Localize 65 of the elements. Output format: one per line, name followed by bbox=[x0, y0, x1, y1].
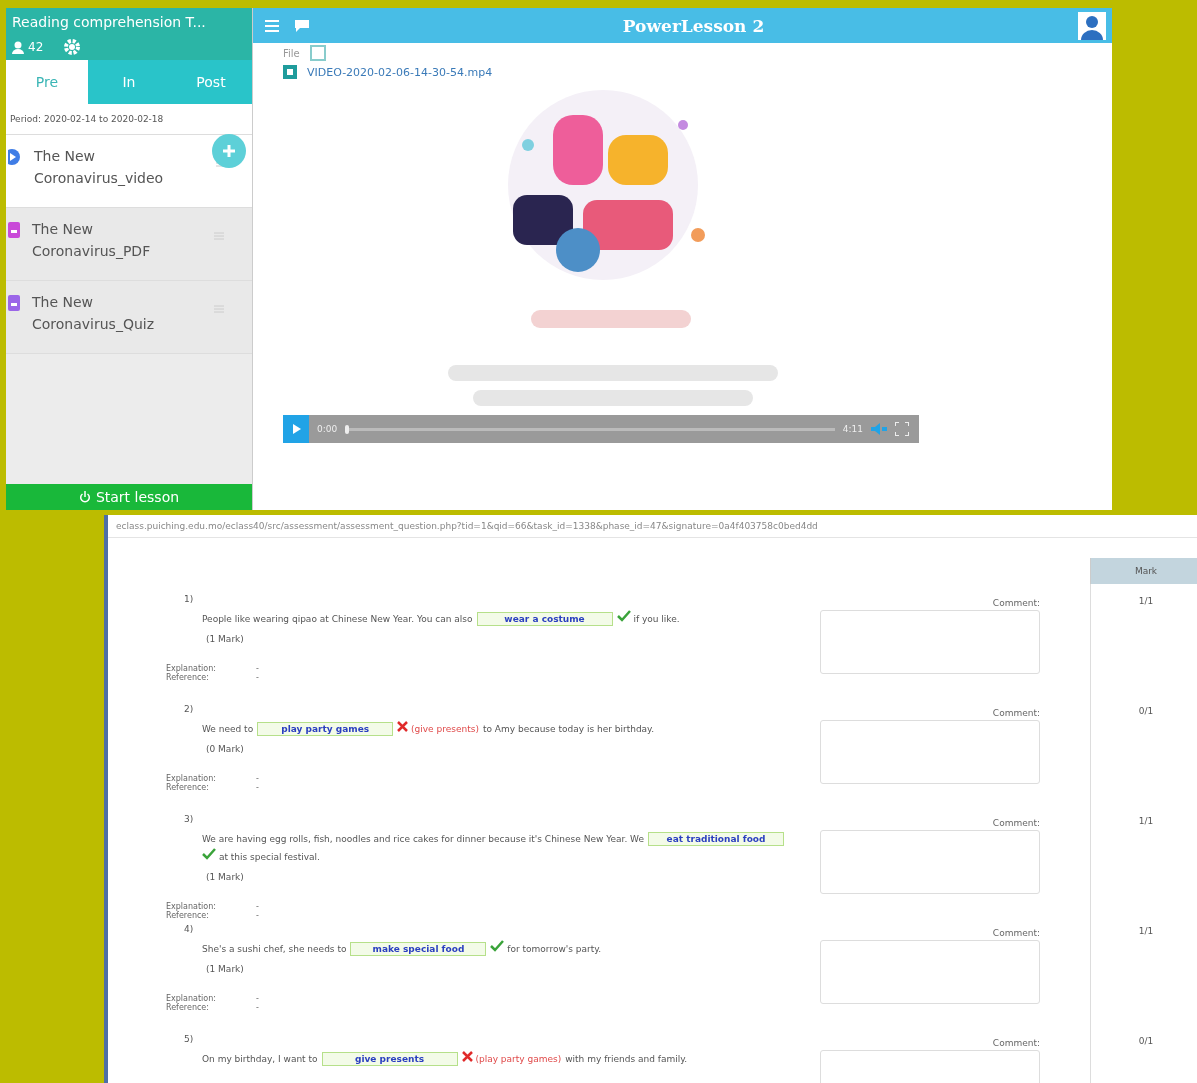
comment-label: Comment: bbox=[992, 1038, 1040, 1048]
explanation-label: Explanation: bbox=[166, 902, 217, 911]
question-text: We need to bbox=[202, 724, 254, 734]
score-text: 1/1 bbox=[1090, 584, 1197, 694]
student-count: 42 bbox=[28, 40, 44, 54]
answer-field[interactable]: give presents bbox=[321, 1052, 458, 1066]
score-text: 1/1 bbox=[1090, 804, 1197, 914]
explanation-label: Explanation: bbox=[166, 664, 217, 673]
question-number: 4) bbox=[184, 924, 195, 934]
reference-label: Reference: bbox=[166, 1003, 209, 1012]
item-title: The New Coronavirus_PDF bbox=[32, 220, 152, 261]
explanation-value: - bbox=[256, 994, 260, 1003]
question-text: with my friends and family. bbox=[565, 1054, 688, 1064]
marks-text: (1 Mark) bbox=[206, 964, 244, 974]
score-text: 0/1 bbox=[1090, 1024, 1197, 1083]
marks-text: (0 Mark) bbox=[206, 744, 244, 754]
file-name[interactable]: VIDEO-2020-02-06-14-30-54.mp4 bbox=[307, 65, 493, 79]
question-text: at this special festival. bbox=[218, 852, 320, 862]
answer-field[interactable]: make special food bbox=[350, 942, 487, 956]
question-text: People like wearing qipao at Chinese New Year. You can also bbox=[202, 614, 473, 624]
question-number: 3) bbox=[184, 814, 195, 824]
score-text: 0/1 bbox=[1090, 694, 1197, 804]
file-label: File bbox=[283, 47, 300, 59]
question-text: to Amy because today is her birthday. bbox=[482, 724, 654, 734]
current-time: 0:00 bbox=[317, 424, 338, 434]
question-text: On my birthday, I want to bbox=[202, 1054, 318, 1064]
question-number: 2) bbox=[184, 704, 195, 714]
question-text: We are having egg rolls, fish, noodles and rice cakes for dinner because it's Chinese New Year. We bbox=[202, 834, 644, 844]
score-text: 1/1 bbox=[1090, 914, 1197, 1024]
correct-answer: (give presents) bbox=[411, 724, 479, 734]
explanation-label: Explanation: bbox=[166, 774, 217, 783]
question-text: She's a sushi chef, she needs to bbox=[202, 944, 347, 954]
question-text: for tomorrow's party. bbox=[507, 944, 602, 954]
mark-header: Mark bbox=[1090, 558, 1197, 584]
answer-field[interactable]: wear a costume bbox=[476, 612, 613, 626]
marks-text: (1 Mark) bbox=[206, 634, 244, 644]
question-number: 1) bbox=[184, 594, 195, 604]
reference-value: - bbox=[256, 911, 260, 920]
answer-field[interactable]: eat traditional food bbox=[648, 832, 784, 846]
comment-label: Comment: bbox=[992, 818, 1040, 828]
lesson-title: Reading comprehension T... bbox=[12, 14, 207, 30]
explanation-label: Explanation: bbox=[166, 994, 217, 1003]
duration: 4:11 bbox=[842, 424, 863, 434]
comment-label: Comment: bbox=[992, 598, 1040, 608]
explanation-value: - bbox=[256, 774, 260, 783]
reference-label: Reference: bbox=[166, 911, 209, 920]
item-title: The New Coronavirus_Quiz bbox=[32, 293, 156, 334]
answer-field[interactable]: play party games bbox=[257, 722, 394, 736]
period-text: Period: 2020-02-14 to 2020-02-18 bbox=[6, 104, 252, 135]
explanation-value: - bbox=[256, 902, 260, 911]
reference-label: Reference: bbox=[166, 783, 209, 792]
question-text: if you like. bbox=[633, 614, 680, 624]
question-number: 5) bbox=[184, 1034, 195, 1044]
reference-value: - bbox=[256, 1003, 260, 1012]
item-title: The New Coronavirus_video bbox=[34, 147, 165, 188]
app-title: PowerLesson 2 bbox=[621, 15, 766, 36]
marks-text: (1 Mark) bbox=[206, 872, 244, 882]
reference-value: - bbox=[256, 783, 260, 792]
comment-label: Comment: bbox=[992, 708, 1040, 718]
comment-label: Comment: bbox=[992, 928, 1040, 938]
address-text: eclass.puiching.edu.mo/eclass40/src/assessment/assessment_question.php?tid=1&qid=66&task_id=1338&phase_id=47&signature=0a4f403758c0bed4dd bbox=[108, 515, 1197, 538]
explanation-value: - bbox=[256, 664, 260, 673]
correct-answer: (play party games) bbox=[475, 1054, 562, 1064]
reference-value: - bbox=[256, 673, 260, 682]
reference-label: Reference: bbox=[166, 673, 209, 682]
